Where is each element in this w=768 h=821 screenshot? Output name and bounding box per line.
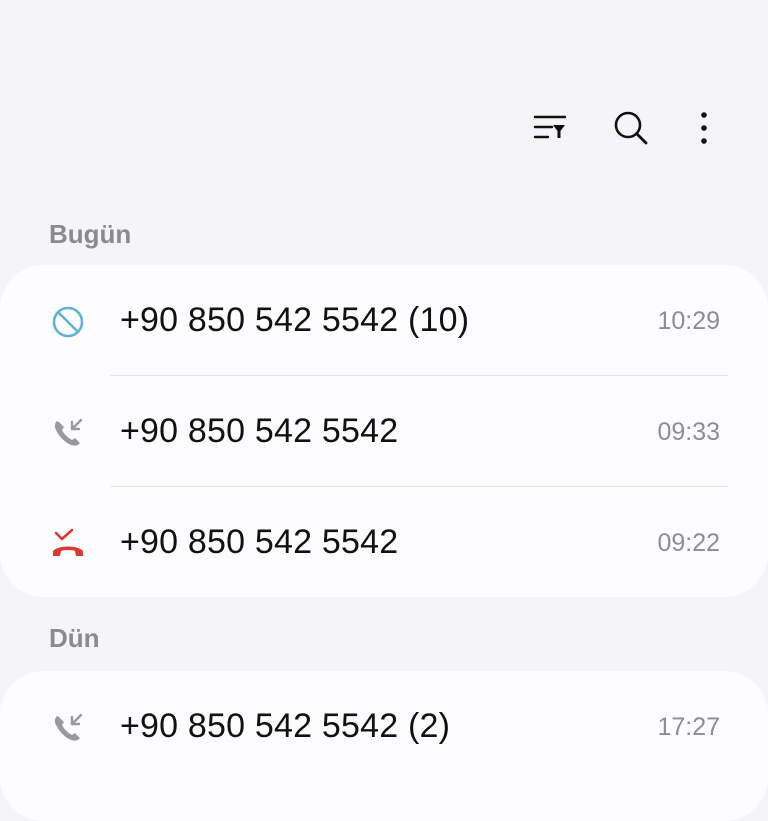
section-header-yesterday: Dün [49, 623, 100, 653]
call-number: +90 850 542 5542 (10) [120, 301, 470, 339]
call-log-row[interactable]: +90 850 542 5542 (2) 17:27 [0, 671, 768, 781]
call-log-row[interactable]: +90 850 542 5542 (10) 10:29 [0, 265, 768, 375]
call-time: 09:33 [657, 418, 720, 446]
call-time: 10:29 [657, 307, 720, 335]
call-number: +90 850 542 5542 [120, 412, 399, 450]
blocked-call-icon [49, 303, 87, 341]
call-time: 17:27 [657, 713, 720, 741]
missed-call-icon [49, 525, 87, 563]
call-log-row[interactable]: +90 850 542 5542 09:22 [0, 487, 768, 597]
call-log-card-today: +90 850 542 5542 (10) 10:29 +90 850 542 … [0, 265, 768, 597]
call-number: +90 850 542 5542 [120, 523, 399, 561]
call-time: 09:22 [657, 529, 720, 557]
more-options-button[interactable] [676, 100, 732, 156]
search-button[interactable] [603, 100, 659, 156]
call-log-row[interactable]: +90 850 542 5542 09:33 [0, 376, 768, 486]
more-vert-icon [701, 112, 707, 144]
filter-icon [533, 115, 567, 139]
section-header-today: Bugün [49, 219, 132, 249]
filter-button[interactable] [522, 100, 578, 156]
incoming-call-icon [49, 414, 87, 452]
incoming-call-icon [49, 709, 87, 747]
toolbar [0, 100, 768, 156]
call-number: +90 850 542 5542 (2) [120, 707, 451, 745]
search-icon [614, 111, 648, 145]
call-log-card-yesterday: +90 850 542 5542 (2) 17:27 [0, 671, 768, 821]
